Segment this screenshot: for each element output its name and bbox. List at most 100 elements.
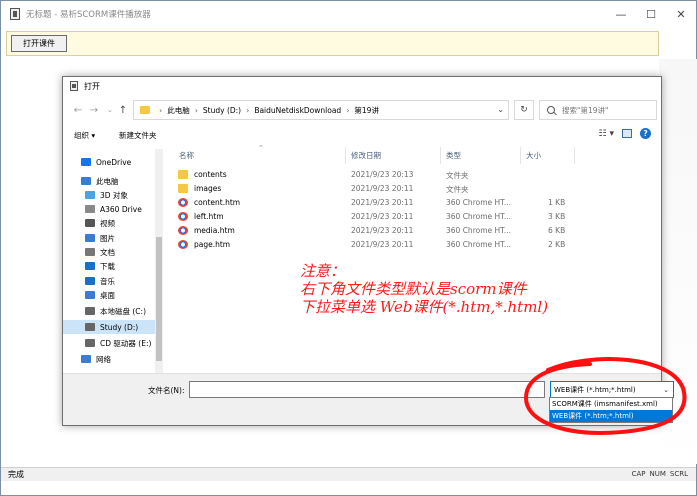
nav-item[interactable]: 文档 (63, 245, 155, 259)
browser-file-icon (178, 212, 188, 221)
disk-icon (85, 307, 95, 315)
file-type: 文件夹 (446, 171, 469, 180)
up-icon[interactable]: ↑ (116, 103, 130, 117)
caps-indicator: CAP (631, 470, 646, 478)
back-icon[interactable]: ← (71, 103, 85, 117)
column-header-type[interactable]: 类型 (446, 150, 461, 161)
scroll-thumb[interactable] (156, 237, 162, 361)
column-header-modified[interactable]: 修改日期 (351, 150, 381, 161)
view-menu-icon[interactable]: ☷ ▾ (599, 129, 614, 139)
dialog-titlebar: 打开 (63, 77, 661, 95)
nav-item[interactable]: 图片 (63, 231, 155, 245)
file-name: media.htm (194, 226, 235, 235)
search-input[interactable]: 搜索"第19讲" (539, 100, 657, 120)
nav-item-label: 视频 (100, 218, 115, 228)
preview-pane-icon[interactable] (622, 129, 632, 138)
help-icon[interactable]: ? (640, 128, 651, 139)
cloud-icon (81, 158, 91, 166)
nav-item[interactable]: 3D 对象 (63, 188, 155, 202)
nav-item[interactable]: 下载 (63, 259, 155, 273)
file-name: left.htm (194, 212, 224, 221)
minimize-icon[interactable]: — (606, 1, 636, 27)
file-type: 文件夹 (446, 185, 469, 194)
open-course-button[interactable]: 打开课件 (11, 35, 67, 52)
file-type: 360 Chrome HT... (446, 226, 511, 235)
breadcrumb-this-pc[interactable]: 此电脑 (167, 105, 190, 116)
view-controls: ☷ ▾ ? (599, 128, 651, 139)
maximize-icon[interactable]: ☐ (636, 1, 666, 27)
status-indicators: CAP NUM SCRL (632, 470, 688, 478)
dialog-icon (70, 81, 78, 91)
nav-item[interactable]: 此电脑 (63, 174, 155, 188)
window-controls: — ☐ ✕ (606, 1, 696, 27)
picture-icon (85, 234, 95, 242)
nav-item[interactable]: 视频 (63, 216, 155, 230)
organize-button[interactable]: 组织 ▾ (74, 130, 95, 141)
sort-arrow-icon: ⌃ (258, 144, 264, 152)
nav-item[interactable]: 本地磁盘 (C:) (63, 304, 155, 318)
forward-icon[interactable]: → (87, 103, 101, 117)
breadcrumb-baidunetdisk[interactable]: BaiduNetdiskDownload (254, 106, 341, 115)
breadcrumb-separator: › (346, 105, 350, 115)
column-header-name[interactable]: 名称 (179, 150, 194, 161)
breadcrumb-lesson19[interactable]: 第19讲 (354, 105, 379, 116)
column-divider[interactable] (345, 147, 346, 164)
computer-icon (81, 177, 91, 185)
column-divider[interactable] (520, 147, 521, 164)
nav-item-label: 音乐 (100, 276, 115, 286)
filetype-select[interactable]: WEB课件 (*.htm;*.html) ⌄ (550, 381, 674, 398)
breadcrumb-study-d[interactable]: Study (D:) (203, 106, 241, 115)
filename-input[interactable] (189, 381, 545, 398)
chevron-down-icon[interactable]: ⌄ (497, 105, 504, 114)
nav-item[interactable]: 音乐 (63, 274, 155, 288)
open-file-dialog: 打开 ← → ⌄ ↑ › 此电脑 › Study (D:) › BaiduNet… (62, 76, 674, 426)
nav-item-label: 图片 (100, 233, 115, 243)
navigation-scrollbar[interactable] (155, 149, 163, 373)
file-row[interactable]: page.htm 2021/9/23 20:11 360 Chrome HT... 2… (170, 238, 570, 252)
nav-item-label: OneDrive (96, 157, 132, 167)
nav-item-label: Study (D:) (100, 322, 139, 332)
file-name: images (194, 184, 222, 193)
browser-file-icon (178, 226, 188, 235)
command-bar: 组织 ▾ 新建文件夹 ☷ ▾ ? (63, 125, 661, 145)
file-row[interactable]: media.htm 2021/9/23 20:11 360 Chrome HT...… (170, 224, 570, 238)
breadcrumb-separator: › (194, 105, 198, 115)
network-icon (81, 355, 91, 363)
nav-item[interactable]: A360 Drive (63, 202, 155, 216)
address-row: ← → ⌄ ↑ › 此电脑 › Study (D:) › BaiduNetdis… (63, 99, 661, 121)
column-header-size[interactable]: 大小 (526, 150, 541, 161)
column-divider[interactable] (574, 147, 575, 164)
file-modified: 2021/9/23 20:11 (351, 226, 414, 235)
new-folder-button[interactable]: 新建文件夹 (119, 130, 157, 141)
nav-item[interactable]: 桌面 (63, 288, 155, 302)
filename-label: 文件名(N): (148, 386, 185, 395)
annotation-line: 右下角文件类型默认是scorm课件 (300, 280, 527, 298)
nav-item-label: 此电脑 (96, 176, 119, 186)
file-row[interactable]: left.htm 2021/9/23 20:11 360 Chrome HT... 3… (170, 210, 570, 224)
nav-item-label: 网络 (96, 354, 111, 364)
filetype-option-scorm[interactable]: SCORM课件 (imsmanifest.xml) (550, 398, 672, 410)
nav-item[interactable]: CD 驱动器 (E:) (63, 336, 155, 350)
file-row[interactable]: images 2021/9/23 20:11 文件夹 (170, 182, 570, 196)
nav-item[interactable]: OneDrive (63, 155, 155, 169)
annotation-line: 下拉菜单选 Web课件(*.htm,*.html) (300, 298, 549, 316)
nav-item[interactable]: Study (D:) (63, 320, 155, 334)
browser-file-icon (178, 240, 188, 249)
filetype-selected-value: WEB课件 (*.htm;*.html) (554, 385, 636, 394)
video-icon (85, 219, 95, 227)
file-modified: 2021/9/23 20:11 (351, 184, 414, 193)
close-icon[interactable]: ✕ (666, 1, 696, 27)
nav-item[interactable]: 网络 (63, 352, 155, 366)
download-icon (85, 262, 95, 270)
folder-icon (178, 184, 188, 193)
address-bar[interactable]: › 此电脑 › Study (D:) › BaiduNetdiskDownloa… (133, 100, 509, 120)
recent-dropdown-icon[interactable]: ⌄ (103, 103, 117, 117)
file-modified: 2021/9/23 20:13 (351, 170, 414, 179)
file-row[interactable]: content.htm 2021/9/23 20:11 360 Chrome HT.… (170, 196, 570, 210)
cd-icon (85, 339, 95, 347)
file-row[interactable]: contents 2021/9/23 20:13 文件夹 (170, 168, 570, 182)
column-divider[interactable] (440, 147, 441, 164)
refresh-icon[interactable]: ↻ (514, 100, 534, 120)
nav-item-label: CD 驱动器 (E:) (100, 338, 152, 348)
filetype-option-web[interactable]: WEB课件 (*.htm;*.html) (550, 410, 672, 422)
